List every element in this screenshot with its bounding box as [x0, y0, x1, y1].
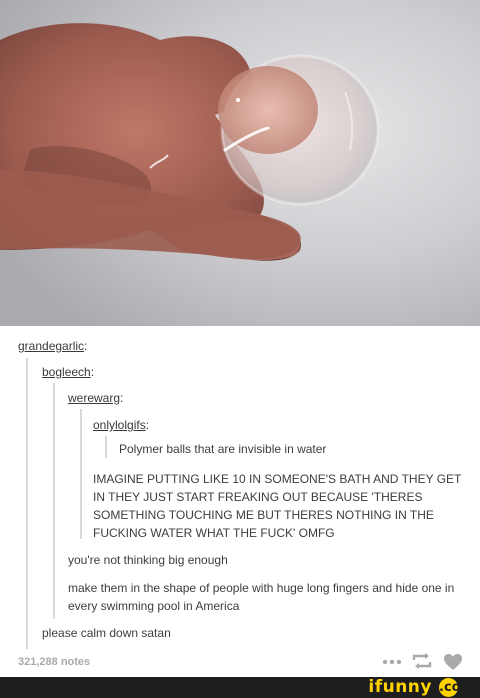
ifunny-logo-text: ifunny: [368, 677, 432, 697]
reblog-header-grandegarlic: grandegarlic:: [18, 337, 87, 355]
bogleech-reply-text-1: you're not thinking big enough: [68, 553, 228, 567]
werewarg-reply-text: IMAGINE PUTTING LIKE 10 IN SOMEONE'S BAT…: [93, 472, 462, 540]
colon: :: [120, 391, 124, 405]
colon: :: [84, 339, 88, 353]
grandegarlic-reply-text: please calm down satan: [42, 626, 171, 640]
ifunny-logo-mark: .co: [439, 678, 461, 697]
quote-bar-level-4: [105, 436, 107, 458]
reblog-header-onlylolgifs: onlylolgifs:: [93, 416, 149, 434]
quote-bar-level-3: [80, 409, 82, 539]
ifunny-watermark-bar: ifunny .co: [0, 677, 480, 698]
notes-count[interactable]: 321,288 notes: [18, 656, 90, 668]
quote-bar-level-1: [26, 358, 28, 649]
username-bogleech[interactable]: bogleech: [42, 365, 91, 379]
reblog-header-werewarg: werewarg:: [68, 389, 123, 407]
original-post-text: Polymer balls that are invisible in wate…: [119, 442, 327, 456]
reblog-header-bogleech: bogleech:: [42, 363, 94, 381]
polymer-ball-in-hand-photo-icon: [0, 0, 480, 326]
reblog-icon[interactable]: [411, 652, 433, 670]
post-photo: [0, 0, 480, 326]
username-grandegarlic[interactable]: grandegarlic: [18, 339, 84, 353]
more-dots-icon[interactable]: [382, 657, 402, 667]
username-werewarg[interactable]: werewarg: [68, 391, 120, 405]
colon: :: [145, 418, 150, 432]
colon: :: [90, 365, 95, 379]
heart-icon[interactable]: [443, 653, 463, 671]
reblog-post: grandegarlic: bogleech: werewarg: onlylo…: [0, 326, 480, 676]
quote-bar-level-2: [53, 383, 55, 619]
bogleech-reply-text-2: make them in the shape of people with hu…: [68, 581, 455, 613]
username-onlylolgifs[interactable]: onlylolgifs: [93, 418, 146, 432]
